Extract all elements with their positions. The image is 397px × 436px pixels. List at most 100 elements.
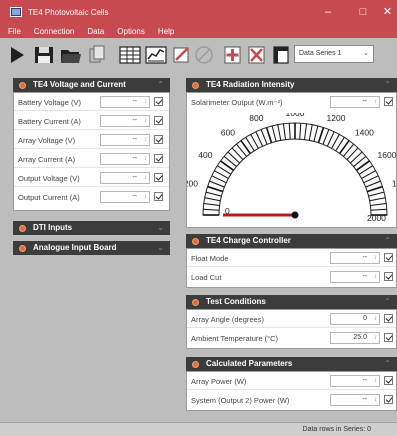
gauge-tick-label: 2000 [367, 213, 386, 223]
data-series-select[interactable]: Data Series 1 ⌄ [294, 45, 374, 63]
gauge-hub [291, 211, 299, 219]
array-power-field[interactable]: -- ↕ [330, 375, 380, 387]
battery-voltage-field[interactable]: -- ↕ [100, 96, 150, 108]
chevron-down-icon: ⌄ [363, 50, 369, 57]
expand-icon: ⌄ [157, 243, 164, 252]
panel-body-voltage-current: Battery Voltage (V) -- ↕ Battery Current … [13, 92, 170, 211]
clear-icon[interactable] [193, 44, 215, 66]
plot-checkbox[interactable] [154, 97, 163, 106]
table-icon[interactable] [118, 44, 142, 66]
battery-current-field[interactable]: -- ↕ [100, 115, 150, 127]
plot-checkbox[interactable] [154, 192, 163, 201]
panel-title: Analogue Input Board [33, 243, 117, 252]
plot-checkbox[interactable] [384, 314, 393, 323]
panel-title: TE4 Radiation Intensity [206, 80, 295, 89]
menu-options[interactable]: Options [117, 27, 145, 36]
list-item: Battery Current (A) -- ↕ [14, 112, 169, 130]
maximize-button[interactable]: □ [349, 4, 377, 20]
gauge-tick-label: 1400 [355, 127, 374, 137]
ambient-temperature-field[interactable]: 25.0 ↕ [330, 332, 380, 344]
gauge-tick-label: 1200 [327, 113, 346, 123]
row-label: Battery Current (A) [18, 117, 81, 126]
row-label: Array Power (W) [191, 377, 247, 386]
plot-checkbox[interactable] [384, 253, 393, 262]
row-label: System (Output 2) Power (W) [191, 396, 290, 405]
collapse-icon: ⌃ [384, 297, 391, 306]
row-label: Array Voltage (V) [18, 136, 76, 145]
panel-status-icon [192, 238, 199, 245]
panel-title: Calculated Parameters [206, 359, 293, 368]
panel-header-charge-controller[interactable]: TE4 Charge Controller ⌃ [186, 234, 397, 248]
menu-data[interactable]: Data [87, 27, 104, 36]
panel-header-dti-inputs[interactable]: DTI Inputs ⌄ [13, 221, 170, 235]
gauge-tick-label: 1600 [378, 150, 396, 160]
output-voltage-field[interactable]: -- ↕ [100, 172, 150, 184]
system-power-field[interactable]: -- ↕ [330, 394, 380, 406]
menu-file[interactable]: File [8, 27, 21, 36]
menu-connection[interactable]: Connection [34, 27, 74, 36]
list-item: Array Current (A) -- ↕ [14, 150, 169, 168]
panel-status-icon [19, 225, 26, 232]
row-label: Ambient Temperature (°C) [191, 334, 279, 343]
add-icon[interactable] [223, 44, 243, 66]
panel-header-analogue-input[interactable]: Analogue Input Board ⌄ [13, 241, 170, 255]
delete-icon[interactable] [247, 44, 267, 66]
row-label: Solarimeter Output (W.m⁻²) [191, 98, 283, 107]
list-item: Float Mode -- ↕ [187, 249, 396, 267]
open-folder-icon[interactable] [59, 44, 83, 66]
copy-icon[interactable] [87, 44, 107, 66]
plot-checkbox[interactable] [154, 135, 163, 144]
panel-header-radiation[interactable]: TE4 Radiation Intensity ⌃ [186, 78, 397, 92]
menu-bar: File Connection Data Options Help [0, 24, 397, 38]
plot-checkbox[interactable] [384, 97, 393, 106]
list-item: System (Output 2) Power (W) -- ↕ [187, 391, 396, 409]
float-mode-field[interactable]: -- ↕ [330, 252, 380, 264]
load-cut-field[interactable]: -- ↕ [330, 271, 380, 283]
gauge-tick-label: 600 [221, 127, 235, 137]
expand-icon: ⌄ [157, 223, 164, 232]
panel-title: TE4 Voltage and Current [33, 80, 126, 89]
menu-help[interactable]: Help [158, 27, 174, 36]
array-voltage-field[interactable]: -- ↕ [100, 134, 150, 146]
solarimeter-output-field[interactable]: -- ↕ [330, 96, 380, 108]
panel-header-voltage-current[interactable]: TE4 Voltage and Current ⌃ [13, 78, 170, 92]
list-item: Load Cut -- ↕ [187, 268, 396, 286]
panel-title: Test Conditions [206, 297, 266, 306]
play-icon[interactable] [8, 44, 26, 66]
save-icon[interactable] [33, 44, 55, 66]
series-icon[interactable] [271, 44, 291, 66]
list-item: Array Power (W) -- ↕ [187, 372, 396, 390]
plot-checkbox[interactable] [384, 395, 393, 404]
array-angle-field[interactable]: 0 ↕ [330, 313, 380, 325]
panel-status-icon [192, 361, 199, 368]
list-item: Array Voltage (V) -- ↕ [14, 131, 169, 149]
array-current-field[interactable]: -- ↕ [100, 153, 150, 165]
panel-status-icon [192, 299, 199, 306]
panel-header-calculated[interactable]: Calculated Parameters ⌃ [186, 357, 397, 371]
list-item: Array Angle (degrees) 0 ↕ [187, 310, 396, 328]
status-bar: Data rows in Series: 0 [0, 422, 397, 436]
row-label: Array Current (A) [18, 155, 76, 164]
plot-checkbox[interactable] [154, 173, 163, 182]
close-button[interactable]: ✕ [378, 4, 397, 20]
panel-header-test-conditions[interactable]: Test Conditions ⌃ [186, 295, 397, 309]
plot-checkbox[interactable] [154, 116, 163, 125]
chart-icon[interactable] [144, 44, 168, 66]
panel-title: TE4 Charge Controller [206, 236, 291, 245]
plot-checkbox[interactable] [384, 272, 393, 281]
status-text: Data rows in Series: 0 [302, 426, 371, 433]
gauge-tick-label: 400 [198, 150, 212, 160]
minimize-button[interactable]: – [314, 4, 342, 20]
plot-checkbox[interactable] [154, 154, 163, 163]
row-label: Array Angle (degrees) [191, 315, 264, 324]
plot-checkbox[interactable] [384, 333, 393, 342]
edit-icon[interactable] [172, 44, 192, 66]
panel-body-test-conditions: Array Angle (degrees) 0 ↕ Ambient Tempera… [186, 309, 397, 349]
panel-body-calculated: Array Power (W) -- ↕ System (Output 2) Po… [186, 371, 397, 411]
radiation-gauge: 0200400600800100012001400160018002000 [187, 113, 396, 223]
row-label: Output Current (A) [18, 193, 80, 202]
list-item: Solarimeter Output (W.m⁻²) -- ↕ [187, 93, 396, 111]
plot-checkbox[interactable] [384, 376, 393, 385]
output-current-field[interactable]: -- ↕ [100, 191, 150, 203]
collapse-icon: ⌃ [384, 236, 391, 245]
